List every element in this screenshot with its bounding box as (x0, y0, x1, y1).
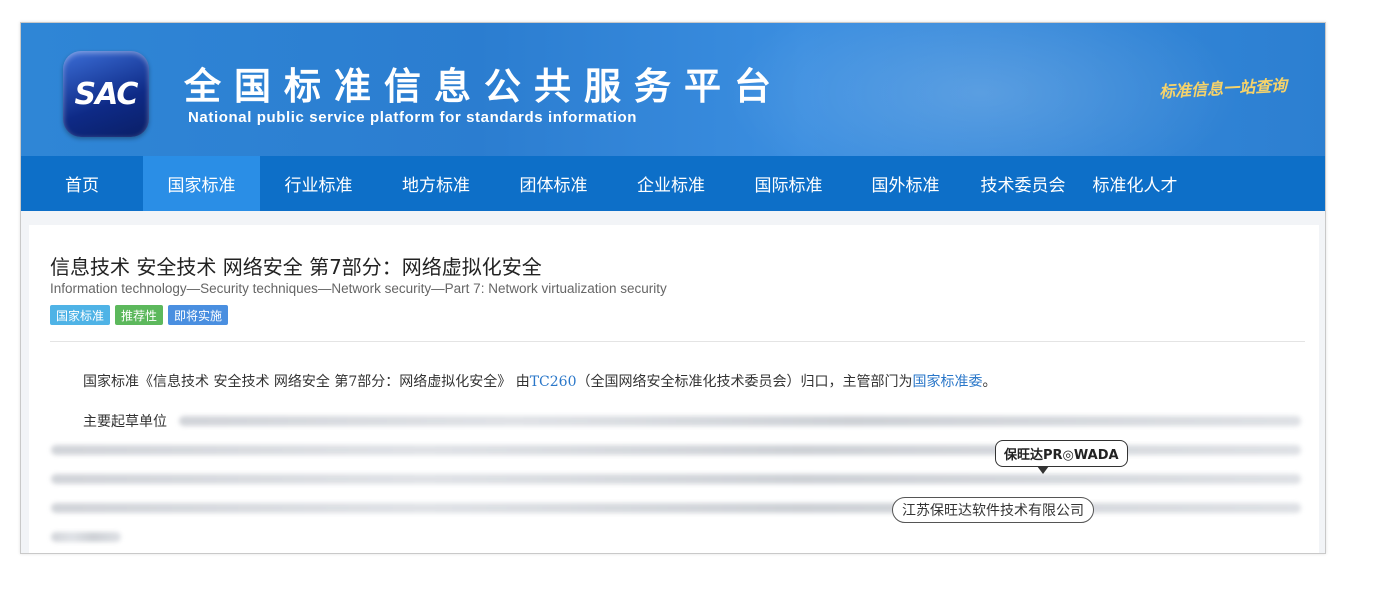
intro-prefix: 国家标准《信息技术 安全技术 网络安全 第7部分：网络虚拟化安全》 由 (83, 374, 530, 390)
sac-logo[interactable]: SAC (63, 51, 149, 137)
blurred-drafting-units (51, 503, 1301, 513)
site-header-banner: SAC 全国标准信息公共服务平台 National public service… (21, 23, 1325, 156)
intro-middle: （全国网络安全标准化技术委员会）归口，主管部门为 (576, 374, 913, 390)
committee-code-link[interactable]: TC260 (530, 374, 577, 390)
nav-national-standards[interactable]: 国家标准 (143, 156, 260, 211)
watermark-brand: 保旺达PR◎WADA (995, 440, 1128, 467)
tag-recommended: 推荐性 (115, 305, 164, 325)
standard-title: 信息技术 安全技术 网络安全 第7部分：网络虚拟化安全 (50, 255, 542, 279)
logo-text: SAC (74, 76, 139, 112)
standard-title-en: Information technology—Security techniqu… (50, 281, 667, 296)
nav-local-standards[interactable]: 地方标准 (377, 156, 495, 211)
authority-link[interactable]: 国家标准委 (913, 374, 983, 390)
nav-foreign-standards[interactable]: 国外标准 (847, 156, 964, 211)
nav-international-standards[interactable]: 国际标准 (730, 156, 847, 211)
divider (50, 341, 1305, 342)
site-title-cn: 全国标准信息公共服务平台 (184, 65, 784, 108)
standard-detail-panel: 信息技术 安全技术 网络安全 第7部分：网络虚拟化安全 Information … (29, 225, 1319, 553)
site-title-en: National public service platform for sta… (188, 109, 638, 126)
tag-upcoming: 即将实施 (168, 305, 229, 325)
standard-tags: 国家标准 推荐性 即将实施 (50, 305, 229, 325)
watermark-pointer (1037, 466, 1049, 474)
nav-enterprise-standards[interactable]: 企业标准 (612, 156, 730, 211)
nav-group-standards[interactable]: 团体标准 (495, 156, 612, 211)
main-nav: 首页 国家标准 行业标准 地方标准 团体标准 企业标准 国际标准 国外标准 技术… (21, 156, 1325, 211)
browser-frame: SAC 全国标准信息公共服务平台 National public service… (20, 22, 1326, 554)
drafting-units-label: 主要起草单位 (83, 414, 167, 430)
tag-national-standard: 国家标准 (50, 305, 111, 325)
blurred-drafting-units (179, 416, 1301, 426)
nav-standardization-talent[interactable]: 标准化人才 (1082, 156, 1188, 211)
nav-technical-committees[interactable]: 技术委员会 (964, 156, 1082, 211)
blurred-drafting-units (51, 532, 121, 542)
nav-home[interactable]: 首页 (21, 156, 143, 211)
watermark-company: 江苏保旺达软件技术有限公司 (892, 497, 1094, 523)
nav-industry-standards[interactable]: 行业标准 (260, 156, 377, 211)
blurred-drafting-units (51, 474, 1301, 484)
intro-suffix: 。 (982, 374, 997, 390)
standard-intro: 国家标准《信息技术 安全技术 网络安全 第7部分：网络虚拟化安全》 由TC260… (83, 371, 997, 391)
